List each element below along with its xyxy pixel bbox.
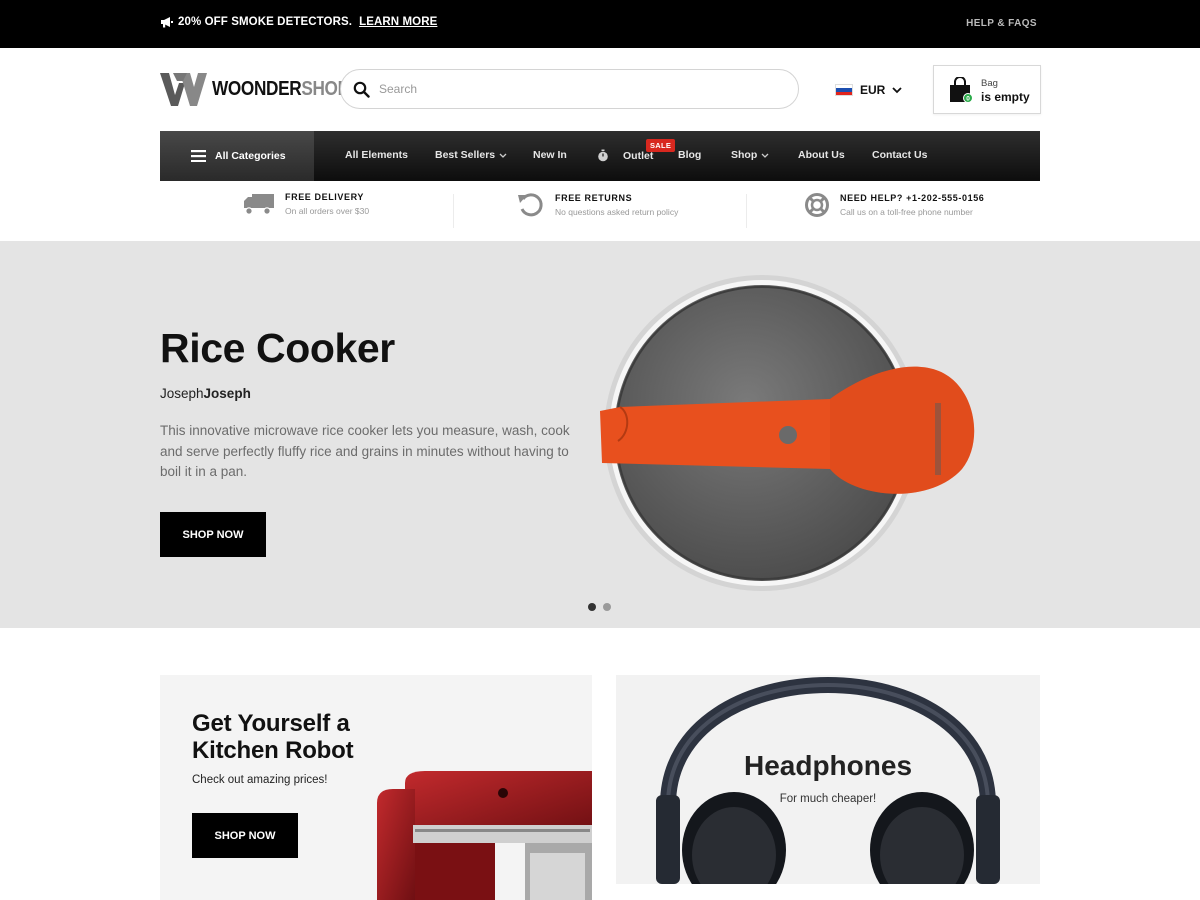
nav-item-outlet[interactable]: Outlet <box>597 149 653 162</box>
nav-item-new-in[interactable]: New In <box>533 149 567 161</box>
feature-title: FREE DELIVERY <box>285 192 364 202</box>
logo-text: WOONDERSHOP <box>212 77 349 100</box>
bag-label: Bag <box>981 78 998 89</box>
hero-shop-now-button[interactable]: SHOP NOW <box>160 512 266 557</box>
return-icon <box>518 193 543 217</box>
divider <box>453 194 454 228</box>
search-icon[interactable] <box>353 81 370 98</box>
all-categories-button[interactable]: All Categories <box>160 131 314 181</box>
svg-text:0: 0 <box>966 95 970 102</box>
chevron-down-icon <box>499 153 507 158</box>
promo-shop-now-button[interactable]: SHOP NOW <box>192 813 298 858</box>
logo-mark-icon <box>160 72 207 106</box>
main-navigation: All Categories All Elements Best Sellers… <box>160 131 1040 181</box>
chevron-down-icon <box>892 86 902 93</box>
slider-dot-1[interactable] <box>588 603 596 611</box>
chevron-down-icon <box>761 153 769 158</box>
nav-item-all-elements[interactable]: All Elements <box>345 149 408 161</box>
promo-headphones[interactable]: Headphones For much cheaper! <box>616 675 1040 884</box>
menu-icon <box>191 150 206 162</box>
hero-description: This innovative microwave rice cooker le… <box>160 423 570 479</box>
all-categories-label: All Categories <box>215 150 286 162</box>
feature-title: NEED HELP? +1-202-555-0156 <box>840 193 985 203</box>
search-bar <box>340 69 799 109</box>
megaphone-icon <box>161 17 173 28</box>
kitchen-mixer-image <box>377 771 592 900</box>
hero-slider: Rice Cooker JosephJoseph This innovative… <box>0 241 1200 628</box>
slider-dot-2[interactable] <box>603 603 611 611</box>
nav-item-blog[interactable]: Blog <box>678 149 701 161</box>
promo-kitchen-robot[interactable]: Get Yourself a Kitchen Robot Check out a… <box>160 675 592 900</box>
promo-text: 20% OFF SMOKE DETECTORS. <box>178 16 353 28</box>
shopping-bag-button[interactable]: 0 Bag is empty <box>933 65 1041 114</box>
search-input[interactable] <box>379 79 779 99</box>
top-bar: 20% OFF SMOKE DETECTORS. LEARN MORE HELP… <box>0 0 1200 48</box>
nav-item-best-sellers[interactable]: Best Sellers <box>435 149 507 161</box>
promo-title: Headphones <box>743 750 913 781</box>
feature-free-delivery: FREE DELIVERY On all orders over $30 <box>243 192 369 216</box>
truck-icon <box>244 194 274 215</box>
promo-title: Get Yourself a Kitchen Robot <box>192 710 354 764</box>
feature-free-returns: FREE RETURNS No questions asked return p… <box>517 192 678 218</box>
currency-label: EUR <box>860 83 886 97</box>
bag-status: is empty <box>981 90 1030 104</box>
shopping-bag-icon: 0 <box>950 77 973 103</box>
divider <box>746 194 747 228</box>
lifebuoy-icon <box>805 193 829 217</box>
help-faqs-link[interactable]: HELP & FAQS <box>966 18 1037 29</box>
promo-announcement: 20% OFF SMOKE DETECTORS. LEARN MORE <box>160 16 437 28</box>
rice-cooker-image <box>600 275 975 591</box>
stopwatch-icon <box>598 149 608 162</box>
nav-links: All Elements Best Sellers New In Outlet … <box>314 131 1040 181</box>
feature-title: FREE RETURNS <box>555 193 633 203</box>
currency-selector[interactable]: EUR <box>835 83 902 97</box>
nav-item-about-us[interactable]: About Us <box>798 149 845 161</box>
nav-item-contact-us[interactable]: Contact Us <box>872 149 927 161</box>
hero-title: Rice Cooker <box>160 325 395 371</box>
features-strip: FREE DELIVERY On all orders over $30 FRE… <box>160 186 1040 236</box>
learn-more-link[interactable]: LEARN MORE <box>359 16 437 28</box>
feature-subtitle: On all orders over $30 <box>285 206 370 216</box>
nav-item-shop[interactable]: Shop <box>731 149 769 161</box>
slider-pagination <box>588 603 611 611</box>
hero-brand: JosephJoseph <box>160 386 251 401</box>
slovenia-flag-icon <box>835 84 853 96</box>
feature-subtitle: Call us on a toll-free phone number <box>840 207 973 217</box>
sale-badge: SALE <box>646 139 676 152</box>
feature-need-help: NEED HELP? +1-202-555-0156 Call us on a … <box>804 192 984 218</box>
promo-subtitle: For much cheaper! <box>779 793 877 805</box>
promo-subtitle: Check out amazing prices! <box>192 774 328 786</box>
feature-subtitle: No questions asked return policy <box>555 207 679 217</box>
